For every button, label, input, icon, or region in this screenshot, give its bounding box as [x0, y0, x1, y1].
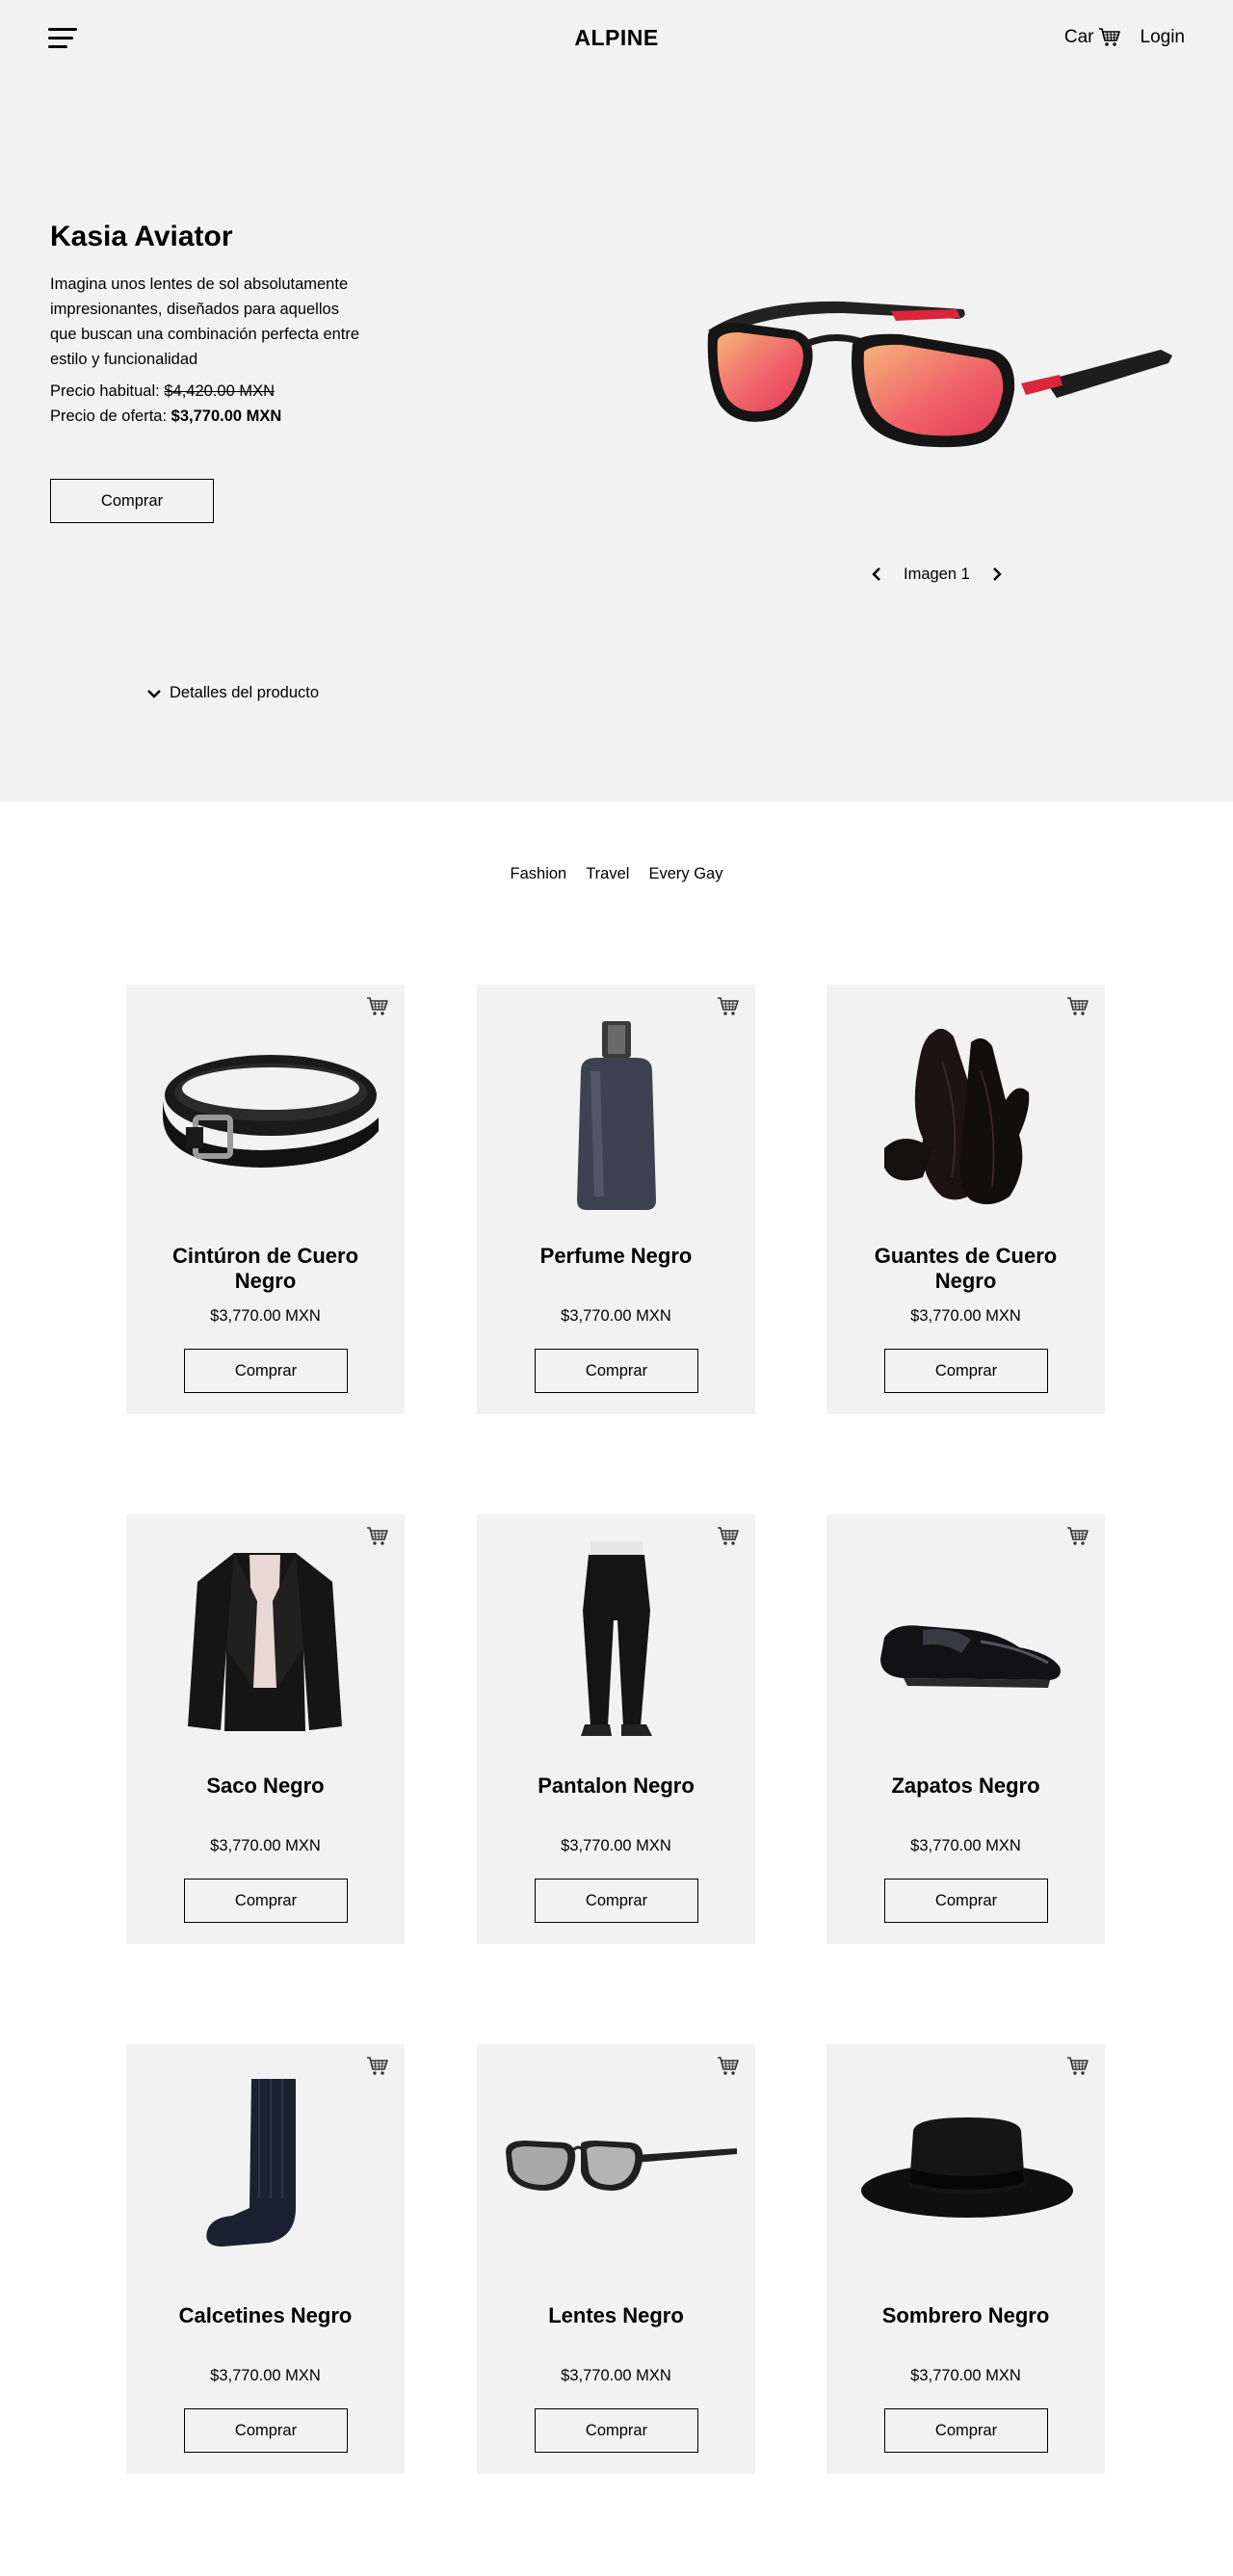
chevron-down-icon	[147, 689, 161, 698]
product-name: Zapatos Negro	[891, 1774, 1040, 1798]
hat-image	[826, 2063, 1105, 2275]
product-name: Saco Negro	[206, 1774, 325, 1798]
product-card: Pantalon Negro $3,770.00 MXN Comprar	[477, 1514, 755, 1944]
buy-button[interactable]: Comprar	[184, 1879, 348, 1923]
header-actions: Car Login	[1064, 27, 1185, 48]
buy-button[interactable]: Comprar	[884, 1349, 1048, 1393]
buy-button[interactable]: Comprar	[535, 2408, 698, 2453]
aviator-sunglasses-image	[707, 301, 1172, 448]
buy-button[interactable]: Comprar	[184, 1349, 348, 1393]
regular-price-label: Precio habitual:	[50, 382, 160, 400]
hero-description: Imagina unos lentes de sol absolutamente…	[50, 276, 360, 368]
shoe-image	[826, 1534, 1105, 1746]
blazer-image	[126, 1534, 405, 1746]
category-tabs: Fashion Travel Every Gay	[0, 865, 1233, 883]
product-name: Pantalon Negro	[538, 1774, 695, 1798]
product-card: Calcetines Negro $3,770.00 MXN Comprar	[126, 2044, 405, 2474]
offer-price: $3,770.00 MXN	[171, 407, 282, 425]
product-price: $3,770.00 MXN	[910, 2367, 1021, 2384]
product-details-toggle[interactable]: Detalles del producto	[146, 684, 319, 702]
product-card: Lentes Negro $3,770.00 MXN Comprar	[477, 2044, 755, 2474]
product-card: Zapatos Negro $3,770.00 MXN Comprar	[826, 1514, 1105, 1944]
product-price: $3,770.00 MXN	[561, 1307, 671, 1325]
offer-price-label: Precio de oferta:	[50, 407, 168, 425]
regular-price: $4,420.00 MXN	[164, 382, 275, 400]
tab-fashion[interactable]: Fashion	[511, 865, 567, 883]
product-price: $3,770.00 MXN	[210, 1837, 321, 1854]
sunglasses-image	[477, 2063, 755, 2275]
cart-label: Car	[1063, 27, 1094, 47]
hero-section: ALPINE Car Login Kasia Aviator Imagina u…	[0, 0, 1233, 802]
buy-button[interactable]: Comprar	[884, 2408, 1048, 2453]
product-price: $3,770.00 MXN	[561, 2367, 671, 2384]
gloves-image	[826, 1004, 1105, 1216]
product-name: Calcetines Negro	[178, 2303, 353, 2327]
perfume-image	[477, 1004, 755, 1216]
product-price: $3,770.00 MXN	[210, 2367, 321, 2384]
pants-image	[477, 1534, 755, 1746]
tab-every-gay[interactable]: Every Gay	[648, 865, 722, 883]
regular-price-line: Precio habitual: $4,420.00 MXN	[50, 382, 275, 401]
product-name: Cintúron de Cuero Negro	[171, 1244, 359, 1293]
product-name: Perfume Negro	[539, 1244, 693, 1268]
product-name: Sombrero Negro	[881, 2303, 1050, 2327]
hero-buy-button[interactable]: Comprar	[50, 479, 214, 523]
cart-link[interactable]: Car	[1064, 27, 1121, 48]
hero-title: Kasia Aviator	[50, 221, 233, 252]
product-details-label: Detalles del producto	[170, 684, 320, 701]
buy-button[interactable]: Comprar	[535, 1879, 698, 1923]
tab-travel[interactable]: Travel	[586, 865, 629, 883]
buy-button[interactable]: Comprar	[535, 1349, 698, 1393]
login-link[interactable]: Login	[1141, 27, 1186, 48]
image-carousel-controls: Imagen 1	[867, 565, 1007, 584]
product-card: Sombrero Negro $3,770.00 MXN Comprar	[826, 2044, 1105, 2474]
product-card: Cintúron de Cuero Negro $3,770.00 MXN Comp…	[126, 985, 405, 1414]
product-price: $3,770.00 MXN	[910, 1837, 1021, 1854]
belt-image	[126, 1004, 405, 1216]
product-name: Guantes de Cuero Negro	[874, 1244, 1058, 1293]
product-price: $3,770.00 MXN	[210, 1307, 321, 1325]
product-name: Lentes Negro	[548, 2303, 684, 2327]
chevron-left-icon	[872, 567, 880, 581]
offer-price-line: Precio de oferta: $3,770.00 MXN	[50, 407, 281, 426]
product-price: $3,770.00 MXN	[561, 1837, 671, 1854]
buy-button[interactable]: Comprar	[184, 2408, 348, 2453]
product-card: Guantes de Cuero Negro $3,770.00 MXN Compr…	[826, 985, 1105, 1414]
image-indicator: Imagen 1	[904, 565, 970, 583]
product-card: Perfume Negro $3,770.00 MXN Comprar	[477, 985, 755, 1414]
buy-button[interactable]: Comprar	[884, 1879, 1048, 1923]
chevron-right-icon	[992, 567, 1002, 581]
brand-logo: ALPINE	[574, 25, 659, 50]
next-image-button[interactable]	[987, 565, 1007, 584]
product-card: Saco Negro $3,770.00 MXN Comprar	[126, 1514, 405, 1944]
cart-icon	[1098, 28, 1120, 46]
product-price: $3,770.00 MXN	[910, 1307, 1021, 1325]
prev-image-button[interactable]	[867, 565, 886, 584]
sock-image	[126, 2063, 405, 2275]
